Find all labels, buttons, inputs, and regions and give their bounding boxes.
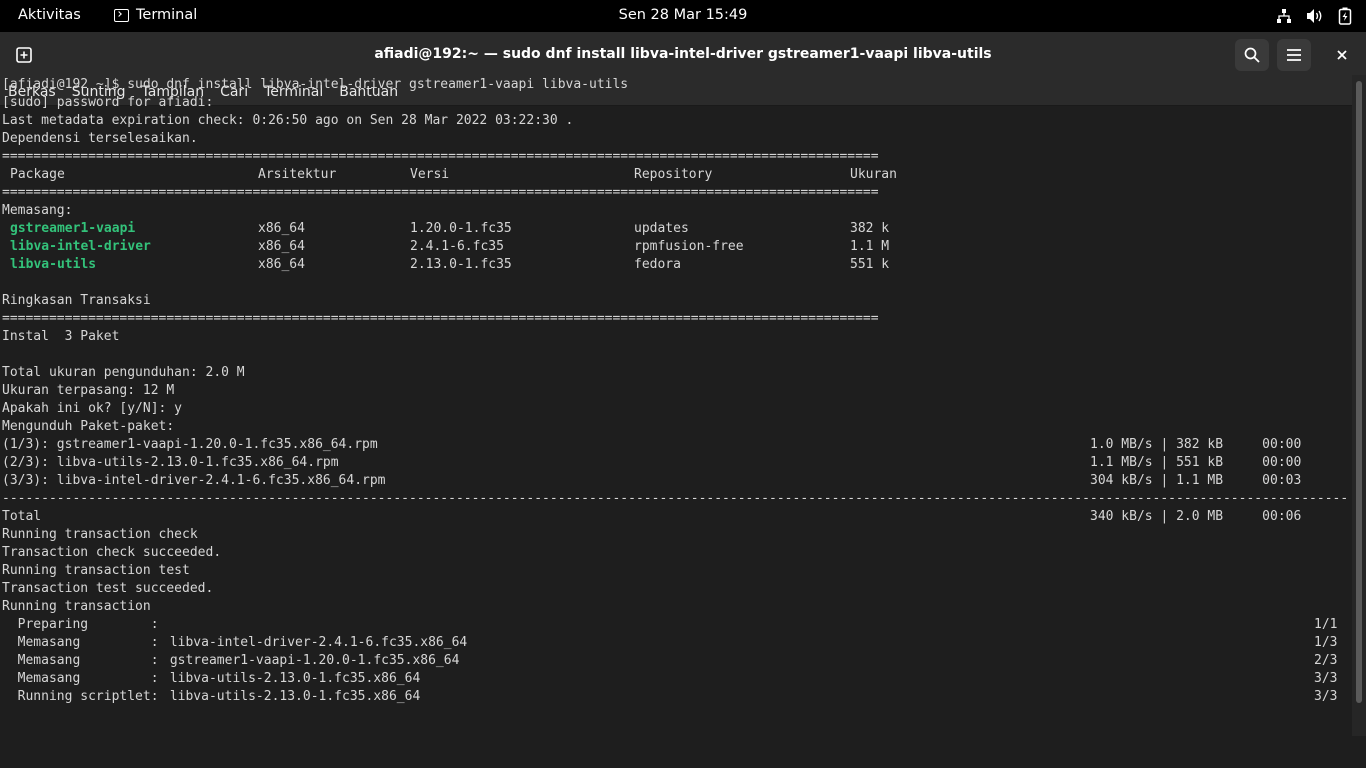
top-bar: Aktivitas Terminal Sen 28 Mar 15:49 bbox=[0, 0, 1366, 32]
total-row: Total 340 kB/s | 2.0 MB 00:06 bbox=[2, 508, 1352, 526]
step-package: libva-utils-2.13.0-1.fc35.x86_64 bbox=[162, 671, 421, 686]
transaction-line: Running transaction test bbox=[2, 563, 190, 578]
transaction-step: Preparing : 1/1 bbox=[2, 616, 1352, 634]
download-file: (1/3): gstreamer1-vaapi-1.20.0-1.fc35.x8… bbox=[2, 437, 378, 452]
transaction-line: Running transaction check bbox=[2, 527, 198, 542]
main-menu-button[interactable] bbox=[1277, 39, 1311, 71]
package-arch: x86_64 bbox=[258, 257, 305, 272]
command-line: [afiadi@192 ~]$ sudo dnf install libva-i… bbox=[2, 77, 629, 92]
battery-icon bbox=[1338, 7, 1352, 25]
transaction-line: Transaction test succeeded. bbox=[2, 581, 214, 596]
package-name: gstreamer1-vaapi bbox=[10, 221, 136, 236]
step-count: 1/1 bbox=[1314, 617, 1338, 632]
system-tray[interactable] bbox=[1276, 6, 1352, 26]
table-header-row: Package Arsitektur Versi Repository Ukur… bbox=[2, 166, 1352, 184]
header-package: Package bbox=[10, 167, 65, 182]
download-stats: 304 kB/s | 1.1 MB 00:03 bbox=[1090, 473, 1302, 488]
package-size: 551 k bbox=[850, 257, 890, 272]
download-file: (2/3): libva-utils-2.13.0-1.fc35.x86_64.… bbox=[2, 455, 339, 470]
package-arch: x86_64 bbox=[258, 221, 305, 236]
transaction-step: Memasang : libva-utils-2.13.0-1.fc35.x86… bbox=[2, 670, 1352, 688]
transaction-step: Running scriptlet: libva-utils-2.13.0-1.… bbox=[2, 688, 1352, 706]
step-count: 1/3 bbox=[1314, 635, 1338, 650]
step-package: libva-intel-driver-2.4.1-6.fc35.x86_64 bbox=[162, 635, 468, 650]
download-row: (1/3): gstreamer1-vaapi-1.20.0-1.fc35.x8… bbox=[2, 436, 1352, 454]
separator-line: ========================================… bbox=[2, 149, 879, 164]
installed-size: Ukuran terpasang: 12 M bbox=[2, 383, 175, 398]
metadata-line: Last metadata expiration check: 0:26:50 … bbox=[2, 113, 574, 128]
dash-separator: ----------------------------------------… bbox=[2, 491, 1346, 506]
step-count: 3/3 bbox=[1314, 671, 1338, 686]
installing-label: Memasang: bbox=[2, 203, 73, 218]
package-size: 1.1 M bbox=[850, 239, 890, 254]
package-version: 2.4.1-6.fc35 bbox=[410, 239, 504, 254]
table-row: gstreamer1-vaapi x86_64 1.20.0-1.fc35 up… bbox=[2, 220, 1352, 238]
clock[interactable]: Sen 28 Mar 15:49 bbox=[0, 7, 1366, 23]
package-repo: updates bbox=[634, 221, 689, 236]
scrollbar-thumb[interactable] bbox=[1356, 81, 1362, 703]
terminal-output[interactable]: [afiadi@192 ~]$ sudo dnf install libva-i… bbox=[0, 75, 1352, 736]
step-label: Running scriptlet: bbox=[2, 689, 159, 704]
transaction-line: Running transaction bbox=[2, 599, 151, 614]
separator-line: ========================================… bbox=[2, 185, 879, 200]
step-count: 2/3 bbox=[1314, 653, 1338, 668]
package-repo: rpmfusion-free bbox=[634, 239, 744, 254]
download-stats: 1.0 MB/s | 382 kB 00:00 bbox=[1090, 437, 1302, 452]
downloading-label: Mengunduh Paket-paket: bbox=[2, 419, 175, 434]
transaction-line: Transaction check succeeded. bbox=[2, 545, 222, 560]
download-row: (2/3): libva-utils-2.13.0-1.fc35.x86_64.… bbox=[2, 454, 1352, 472]
search-button[interactable] bbox=[1235, 39, 1269, 71]
network-icon bbox=[1277, 9, 1291, 23]
step-label: Preparing : bbox=[2, 617, 159, 632]
package-arch: x86_64 bbox=[258, 239, 305, 254]
package-version: 2.13.0-1.fc35 bbox=[410, 257, 512, 272]
hamburger-menu-icon bbox=[1287, 49, 1301, 61]
summary-title: Ringkasan Transaksi bbox=[2, 293, 151, 308]
confirm-prompt: Apakah ini ok? [y/N]: y bbox=[2, 401, 183, 416]
total-label: Total bbox=[2, 509, 42, 524]
deps-line: Dependensi terselesaikan. bbox=[2, 131, 198, 146]
sudo-prompt: [sudo] password for afiadi: bbox=[2, 95, 214, 110]
total-download-size: Total ukuran pengunduhan: 2.0 M bbox=[2, 365, 245, 380]
separator-line: ========================================… bbox=[2, 311, 879, 326]
package-repo: fedora bbox=[634, 257, 681, 272]
step-count: 3/3 bbox=[1314, 689, 1338, 704]
package-version: 1.20.0-1.fc35 bbox=[410, 221, 512, 236]
transaction-step: Memasang : gstreamer1-vaapi-1.20.0-1.fc3… bbox=[2, 652, 1352, 670]
package-size: 382 k bbox=[850, 221, 890, 236]
window-title: afiadi@192:~ — sudo dnf install libva-in… bbox=[374, 46, 992, 62]
step-label: Memasang : bbox=[2, 653, 159, 668]
package-name: libva-utils bbox=[10, 257, 97, 272]
table-row: libva-intel-driver x86_64 2.4.1-6.fc35 r… bbox=[2, 238, 1352, 256]
install-count: Instal 3 Paket bbox=[2, 329, 120, 344]
step-package: gstreamer1-vaapi-1.20.0-1.fc35.x86_64 bbox=[162, 653, 460, 668]
close-icon bbox=[1337, 50, 1347, 60]
step-label: Memasang : bbox=[2, 635, 159, 650]
total-stats: 340 kB/s | 2.0 MB 00:06 bbox=[1090, 509, 1302, 524]
header-version: Versi bbox=[410, 167, 450, 182]
scrollbar[interactable] bbox=[1352, 75, 1366, 736]
header-arch: Arsitektur bbox=[258, 167, 337, 182]
volume-icon bbox=[1307, 9, 1322, 23]
package-name: libva-intel-driver bbox=[10, 239, 151, 254]
header-bar[interactable]: afiadi@192:~ — sudo dnf install libva-in… bbox=[0, 32, 1366, 78]
table-row: libva-utils x86_64 2.13.0-1.fc35 fedora … bbox=[2, 256, 1352, 274]
step-package: libva-utils-2.13.0-1.fc35.x86_64 bbox=[162, 689, 421, 704]
search-icon bbox=[1244, 47, 1260, 63]
header-repository: Repository bbox=[634, 167, 713, 182]
step-label: Memasang : bbox=[2, 671, 159, 686]
download-stats: 1.1 MB/s | 551 kB 00:00 bbox=[1090, 455, 1302, 470]
download-row: (3/3): libva-intel-driver-2.4.1-6.fc35.x… bbox=[2, 472, 1352, 490]
download-file: (3/3): libva-intel-driver-2.4.1-6.fc35.x… bbox=[2, 473, 386, 488]
close-button[interactable] bbox=[1328, 41, 1356, 69]
header-size: Ukuran bbox=[850, 167, 897, 182]
transaction-step: Memasang : libva-intel-driver-2.4.1-6.fc… bbox=[2, 634, 1352, 652]
